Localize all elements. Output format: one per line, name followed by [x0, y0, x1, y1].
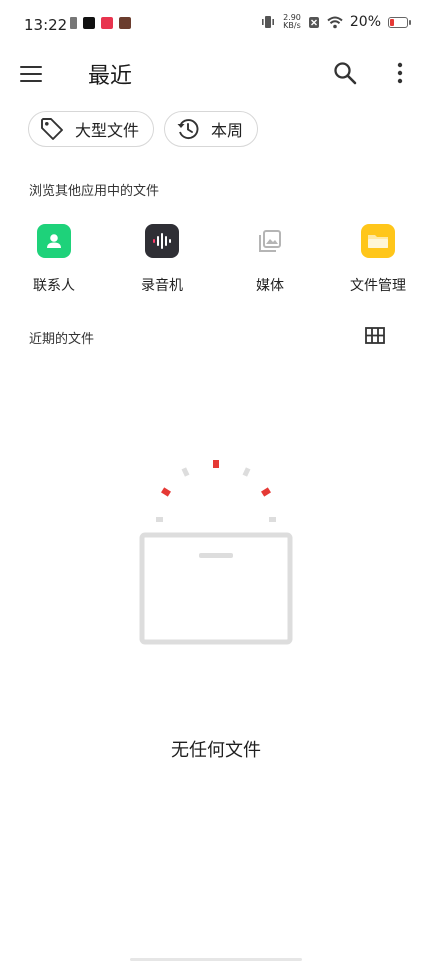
chip-large-files-label: 大型文件 [75, 121, 140, 140]
net-speed-unit: KB/s [283, 21, 301, 30]
app-contacts-label: 联系人 [33, 278, 75, 294]
browse-section-title: 浏览其他应用中的文件 [29, 184, 160, 199]
app-file-manager[interactable]: 文件管理 [324, 224, 432, 295]
battery-icon [388, 16, 411, 28]
recorder-icon [145, 224, 179, 258]
app-file-manager-label: 文件管理 [350, 278, 406, 294]
recent-section-title: 近期的文件 [29, 332, 95, 347]
app-recorder-label: 录音机 [141, 278, 183, 294]
app-bar: 最近 [0, 50, 432, 98]
chip-large-files[interactable]: 大型文件 [28, 111, 155, 147]
contact-icon [37, 224, 71, 258]
notification-icons [70, 17, 131, 29]
shopping-app-icon [101, 17, 113, 29]
status-time: 13:22 [24, 16, 68, 34]
search-icon[interactable] [332, 60, 358, 86]
vibrate-icon [262, 16, 275, 28]
grid-view-icon[interactable] [365, 326, 385, 346]
sparkle-marks [156, 460, 276, 522]
media-icon [253, 224, 287, 258]
sim-card-icon [70, 17, 77, 29]
status-bar: 13:22 2.90 KB/s 20% [0, 0, 432, 50]
more-vert-icon[interactable] [392, 60, 408, 86]
net-speed: 2.90 KB/s [283, 14, 301, 30]
filter-chips: 大型文件 本周 [28, 111, 259, 147]
battery-percent: 20% [349, 14, 381, 30]
menu-icon[interactable] [20, 60, 48, 88]
wifi-icon [327, 16, 343, 28]
chip-this-week-label: 本周 [211, 121, 244, 140]
page-title: 最近 [88, 64, 133, 89]
app-media-label: 媒体 [256, 278, 284, 294]
app-media[interactable]: 媒体 [216, 224, 324, 295]
tag-icon [41, 118, 63, 140]
gesture-nav-handle[interactable] [130, 958, 302, 961]
history-icon [177, 119, 199, 139]
empty-box-illustration [139, 460, 293, 645]
empty-state-text: 无任何文件 [171, 740, 261, 761]
tiktok-icon [83, 17, 95, 29]
game-app-icon [119, 17, 131, 29]
apps-row: 联系人 录音机 媒体 文件管理 [0, 224, 432, 295]
app-contacts[interactable]: 联系人 [0, 224, 108, 295]
status-right: 2.90 KB/s 20% [260, 14, 411, 30]
folder-icon [361, 224, 395, 258]
chip-this-week[interactable]: 本周 [164, 111, 259, 147]
no-sim-icon [308, 16, 319, 28]
app-recorder[interactable]: 录音机 [108, 224, 216, 295]
